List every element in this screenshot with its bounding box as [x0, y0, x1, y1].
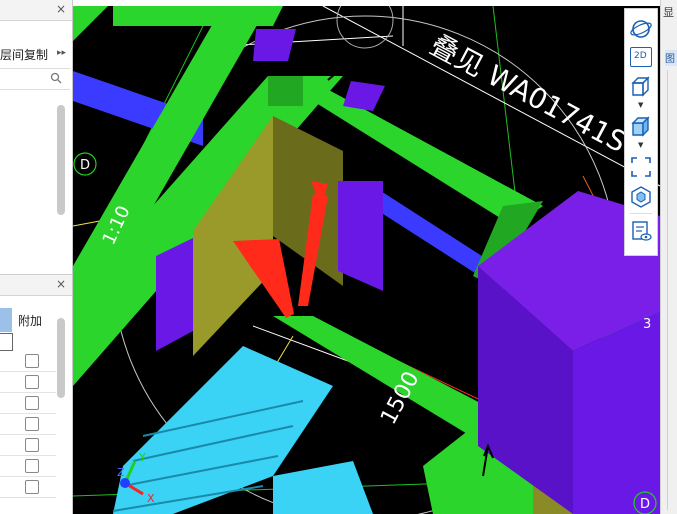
3d-solid-icon[interactable] [629, 115, 653, 139]
row-checkbox[interactable] [25, 438, 39, 452]
row-checkbox[interactable] [25, 396, 39, 410]
selected-column-header[interactable] [0, 308, 12, 332]
tab-floor-copy[interactable]: 层间复制 [0, 46, 48, 63]
iso-cube-icon[interactable] [629, 185, 653, 209]
view-toolbar: 2D ▼ ▼ [624, 8, 658, 256]
3d-viewport[interactable]: 叠见 WA01741S- 1500 1:10 D D 3 X Y Z [73, 6, 660, 514]
green-wall-edge [268, 76, 303, 106]
zoom-fit-icon[interactable] [629, 155, 653, 179]
left-panel: × 层间复制 ▸▸ × 附加 [0, 0, 73, 514]
table-row [0, 350, 56, 372]
close-icon[interactable]: × [56, 2, 66, 16]
table-row [0, 371, 56, 393]
table-row [0, 392, 56, 414]
table-row [0, 455, 56, 477]
grid-header: 附加 [0, 308, 60, 332]
axis-z-label: Z [117, 466, 125, 479]
search-icon[interactable] [50, 72, 62, 84]
orbit-icon[interactable] [629, 17, 653, 41]
table-row [0, 476, 56, 498]
3d-wireframe-icon[interactable] [629, 75, 653, 99]
properties-title-bar: × [0, 274, 72, 296]
right-panel-title: 显 [663, 6, 674, 19]
2d-view-button[interactable]: 2D [630, 47, 652, 67]
column-header-additional: 附加 [18, 314, 43, 328]
table-row [0, 413, 56, 435]
selected-cell[interactable] [0, 333, 13, 351]
toolbar-divider [630, 213, 652, 214]
tab-drawing[interactable]: 图 [665, 50, 677, 66]
axis-marker-bottom: D [640, 497, 650, 512]
axis-marker-left: D [80, 158, 90, 173]
panel-title-bar: × [0, 0, 72, 21]
row-checkbox[interactable] [25, 354, 39, 368]
row-checkbox[interactable] [25, 417, 39, 431]
view-settings-icon[interactable] [629, 219, 653, 243]
axis-y-label: Y [138, 451, 146, 464]
right-edge-marker: 3 [643, 317, 651, 332]
chevron-down-icon[interactable]: ▼ [638, 141, 643, 149]
scrollbar[interactable] [57, 318, 65, 398]
row-checkbox[interactable] [25, 375, 39, 389]
row-checkbox[interactable] [25, 459, 39, 473]
table-row [0, 434, 56, 456]
right-panel: 显 图 [660, 0, 677, 514]
chevron-down-icon[interactable]: ▼ [638, 101, 643, 109]
close-icon[interactable]: × [56, 277, 66, 291]
right-panel-divider [667, 70, 677, 510]
2d-view-label: 2D [634, 51, 647, 61]
more-tabs-icon[interactable]: ▸▸ [57, 48, 66, 58]
search-input[interactable] [0, 68, 70, 90]
row-checkbox[interactable] [25, 480, 39, 494]
scrollbar[interactable] [57, 105, 65, 215]
axis-x-label: X [147, 492, 155, 505]
